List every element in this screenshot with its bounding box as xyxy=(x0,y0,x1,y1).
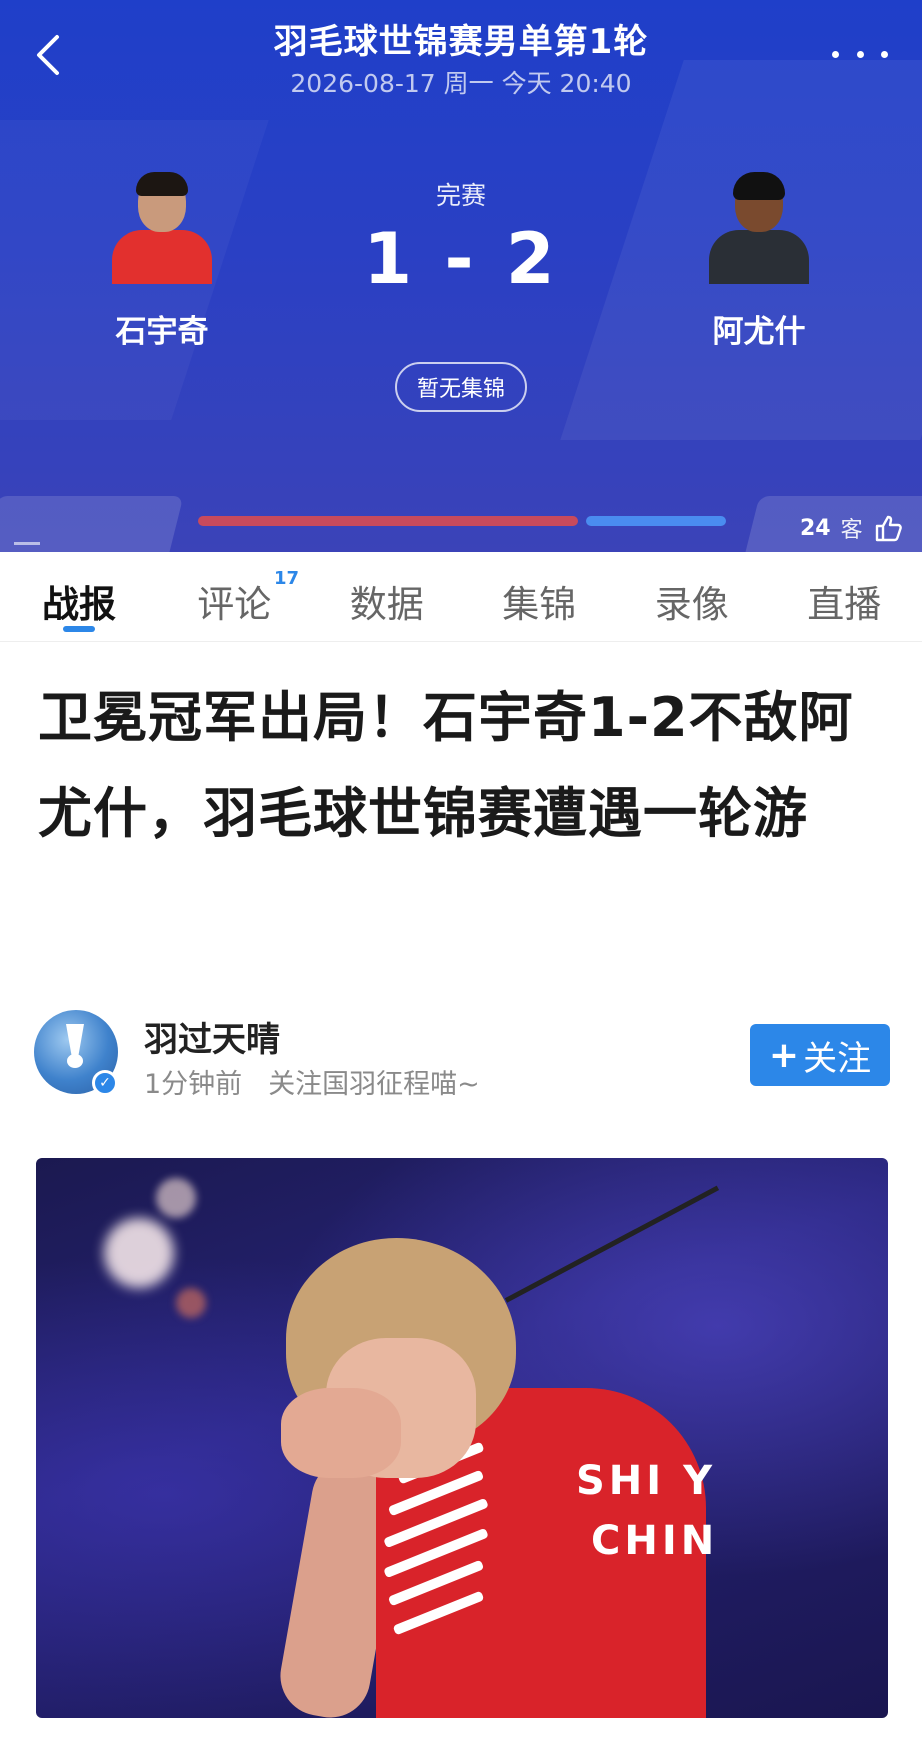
player-name: 石宇奇 xyxy=(115,314,209,350)
tab-report[interactable]: 战报 xyxy=(0,552,158,641)
photo-light xyxy=(104,1218,174,1288)
tab-label: 评论 xyxy=(197,583,272,626)
thumb-up-icon[interactable] xyxy=(873,513,903,543)
author-meta: 1分钟前 关注国羽征程喵~ xyxy=(144,1062,480,1101)
more-dots-icon xyxy=(856,50,864,58)
tab-label: 直播 xyxy=(807,583,882,626)
racket xyxy=(504,1185,720,1303)
tab-label: 录像 xyxy=(654,583,729,626)
support-label: 客 xyxy=(840,518,863,543)
more-dots-icon xyxy=(832,50,839,58)
tab-comments[interactable]: 评论 17 xyxy=(158,552,311,641)
tab-label: 集锦 xyxy=(502,583,577,626)
comment-count-badge: 17 xyxy=(274,568,300,589)
support-left-bar xyxy=(198,516,579,526)
author-bio: 关注国羽征程喵~ xyxy=(268,1069,480,1100)
post-time: 1分钟前 xyxy=(144,1069,243,1100)
active-tab-indicator xyxy=(63,626,95,632)
follow-label: 关注 xyxy=(803,1038,872,1079)
page-title: 羽毛球世锦赛男单第1轮 xyxy=(273,22,649,62)
more-button[interactable] xyxy=(832,36,888,72)
player-hand xyxy=(281,1388,401,1478)
tab-data[interactable]: 数据 xyxy=(311,552,464,641)
plus-icon: + xyxy=(768,1034,800,1076)
support-right-bar xyxy=(586,516,726,526)
author-name[interactable]: 羽过天晴 xyxy=(144,1012,280,1061)
right-player[interactable]: 阿尤什 xyxy=(684,172,834,351)
match-datetime: 2026-08-17 周一 今天 20:40 xyxy=(290,69,632,98)
tab-highlights[interactable]: 集锦 xyxy=(463,552,616,641)
tab-label: 数据 xyxy=(349,583,424,626)
jersey-text: CHIN xyxy=(591,1518,719,1564)
highlights-button[interactable]: 暂无集锦 xyxy=(395,362,527,412)
article-headline: 卫冕冠军出局！石宇奇1-2不敌阿尤什，羽毛球世锦赛遭遇一轮游 xyxy=(38,686,854,845)
author-row: ✓ 羽过天晴 1分钟前 关注国羽征程喵~ + 关注 xyxy=(34,1010,892,1100)
photo-light xyxy=(156,1178,196,1218)
tab-live[interactable]: 直播 xyxy=(768,552,921,641)
support-count: 24 xyxy=(800,515,831,541)
support-info[interactable]: 24 客 xyxy=(800,510,903,546)
tab-label: 战报 xyxy=(42,583,116,626)
shuttlecock-cork xyxy=(67,1054,83,1068)
support-progress xyxy=(198,516,726,526)
player-avatar xyxy=(705,172,813,284)
photo-light xyxy=(176,1288,206,1318)
shuttlecock-icon xyxy=(66,1024,84,1058)
tab-replay[interactable]: 录像 xyxy=(616,552,769,641)
player-name: 阿尤什 xyxy=(712,314,806,350)
tab-bar: 战报 评论 17 数据 集锦 录像 直播 xyxy=(0,552,922,642)
verified-icon: ✓ xyxy=(92,1070,118,1096)
article-photo[interactable]: SHI Y CHIN xyxy=(36,1158,888,1718)
support-icon xyxy=(14,528,40,545)
match-header: 羽毛球世锦赛男单第1轮 2026-08-17 周一 今天 20:40 石宇奇 完… xyxy=(0,0,922,552)
jersey-text: SHI Y xyxy=(576,1458,717,1504)
follow-button[interactable]: + 关注 xyxy=(750,1024,890,1086)
more-dots-icon xyxy=(881,50,888,58)
